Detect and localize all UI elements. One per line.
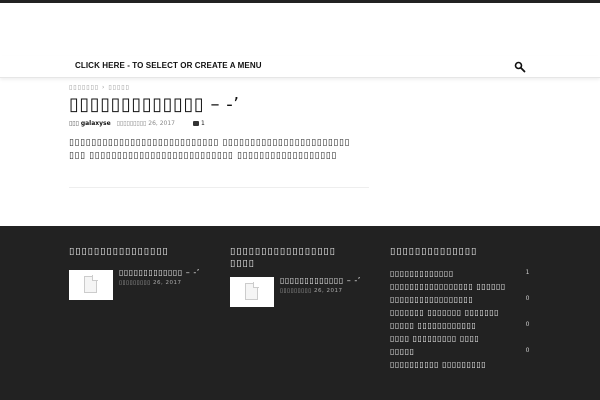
category-item[interactable]: ▯▯▯▯ ▯▯▯▯▯▯▯▯▯ ▯▯▯▯ [390,334,530,347]
footer-col2-title: ▯▯▯▯▯▯▯▯▯▯▯▯▯▯▯▯▯ ▯▯▯▯ [230,246,336,269]
post-thumbnail[interactable] [230,277,274,307]
post-date: ▯▯▯▯▯▯▯▯▯ 26, 2017 [116,120,175,127]
category-name[interactable]: ▯▯▯▯▯▯▯▯▯▯▯▯▯ [390,269,454,278]
post-excerpt: ▯▯▯▯▯▯▯▯▯▯▯▯▯▯▯▯▯▯▯▯▯▯▯▯▯▯▯ ▯▯▯▯▯▯▯▯▯▯▯▯… [69,138,351,161]
category-count: 1 [525,269,530,276]
category-count: 0 [525,321,530,328]
main-menu-bar: CLICK HERE - TO SELECT OR CREATE A MENU [0,56,600,78]
comment-icon [193,121,199,126]
category-list: ▯▯▯▯▯▯▯▯▯▯▯▯▯ 1 ▯▯▯▯▯▯▯▯▯▯▯▯▯▯▯▯▯ ▯▯▯▯▯▯ … [390,269,530,373]
footer-col1-title: ▯▯▯▯▯▯▯▯▯▯▯▯▯▯▯▯ [69,246,169,257]
top-accent-bar [0,0,600,3]
breadcrumb[interactable]: ▯▯▯▯▯▯▯ › ▯▯▯▯▯ [69,84,130,91]
category-item[interactable]: ▯▯▯▯▯ 0 [390,347,530,360]
comment-count: 1 [201,120,205,127]
footer-col2-post-title[interactable]: ▯▯▯▯▯▯▯▯▯▯▯▯▯ – -’ [280,276,361,285]
post-title[interactable]: ▯▯▯▯▯▯▯▯▯▯▯▯▯ – -’ [69,94,239,115]
category-item[interactable]: ▯▯▯▯▯▯▯ ▯▯▯▯▯▯▯ ▯▯▯▯▯▯▯ [390,308,530,321]
document-icon [84,275,98,293]
category-item[interactable]: ▯▯▯▯▯▯▯▯▯▯▯▯▯ 1 [390,269,530,282]
category-count: 0 [525,347,530,354]
post-thumbnail[interactable] [69,270,113,300]
search-icon[interactable] [514,61,526,73]
category-item[interactable]: ▯▯▯▯▯ ▯▯▯▯▯▯▯▯▯▯▯▯ 0 [390,321,530,334]
menu-setup-link[interactable]: CLICK HERE - TO SELECT OR CREATE A MENU [75,61,262,70]
category-name[interactable]: ▯▯▯▯▯▯▯▯▯▯ ▯▯▯▯▯▯▯▯▯ [390,360,486,369]
document-icon [245,282,259,300]
category-name[interactable]: ▯▯▯▯ ▯▯▯▯▯▯▯▯▯ ▯▯▯▯ [390,334,479,343]
category-name[interactable]: ▯▯▯▯▯▯▯ ▯▯▯▯▯▯▯ ▯▯▯▯▯▯▯ [390,308,499,317]
footer-col3-title: ▯▯▯▯▯▯▯▯▯▯▯▯▯▯ [390,246,478,257]
content-divider [69,187,369,188]
category-item[interactable]: ▯▯▯▯▯▯▯▯▯▯▯▯▯▯▯▯▯ ▯▯▯▯▯▯ [390,282,530,295]
category-name[interactable]: ▯▯▯▯▯▯▯▯▯▯▯▯▯▯▯▯▯ [390,295,473,304]
category-item[interactable]: ▯▯▯▯▯▯▯▯▯▯▯▯▯▯▯▯▯ 0 [390,295,530,308]
category-name[interactable]: ▯▯▯▯▯ [390,347,415,356]
author-prefix: ▯▯▯ [69,120,79,127]
author-link[interactable]: galaxyse [81,120,111,127]
category-item[interactable]: ▯▯▯▯▯▯▯▯▯▯ ▯▯▯▯▯▯▯▯▯ [390,360,530,373]
category-count: 0 [525,295,530,302]
category-name[interactable]: ▯▯▯▯▯▯▯▯▯▯▯▯▯▯▯▯▯ ▯▯▯▯▯▯ [390,282,506,291]
footer-col1-post-date: ▯▯▯▯▯▯▯▯▯ 26, 2017 [119,280,182,286]
category-name[interactable]: ▯▯▯▯▯ ▯▯▯▯▯▯▯▯▯▯▯▯ [390,321,476,330]
footer-col2-post-date: ▯▯▯▯▯▯▯▯▯ 26, 2017 [280,288,343,294]
post-meta: ▯▯▯ galaxyse ▯▯▯▯▯▯▯▯▯ 26, 2017 [69,120,175,127]
comment-count-link[interactable]: 1 [193,120,205,127]
footer-col1-post-title[interactable]: ▯▯▯▯▯▯▯▯▯▯▯▯▯ – -’ [119,268,200,277]
